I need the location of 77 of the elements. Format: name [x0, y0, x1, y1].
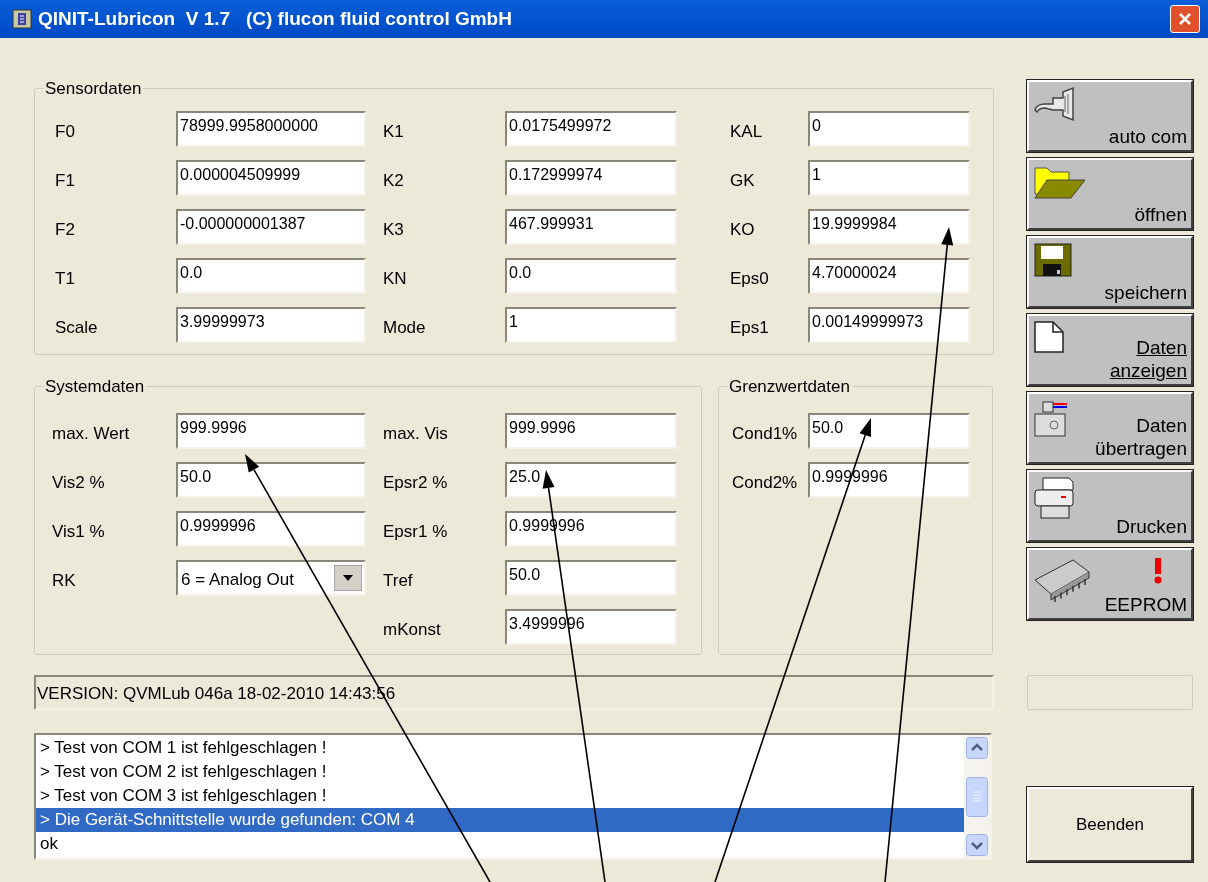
field-label: Scale — [55, 316, 98, 339]
field-label: KO — [730, 218, 755, 241]
printer-icon — [1033, 476, 1077, 520]
field-label: Epsr1 % — [383, 520, 448, 543]
field-label: K2 — [383, 169, 404, 192]
group-title: Systemdaten — [45, 377, 145, 396]
field-label: Mode — [383, 316, 426, 339]
field-label: Epsr2 % — [383, 471, 448, 494]
input-field[interactable]: 999.9996 — [505, 412, 677, 449]
field-label: T1 — [55, 267, 75, 290]
input-field[interactable]: 0.000004509999 — [176, 159, 366, 196]
field-label: mKonst — [383, 618, 441, 641]
input-field[interactable]: 1 — [505, 306, 677, 343]
scrollbar[interactable] — [964, 735, 990, 858]
dropdown[interactable]: 6 = Analog Out — [176, 559, 366, 596]
group-title: Sensordaten — [45, 79, 142, 98]
input-field[interactable]: 0.0 — [505, 257, 677, 294]
field-label: K1 — [383, 120, 404, 143]
input-field[interactable]: -0.000000001387 — [176, 208, 366, 245]
log-entry[interactable]: > Test von COM 1 ist fehlgeschlagen ! — [36, 736, 964, 760]
log-entry[interactable]: ok — [36, 832, 964, 856]
input-field[interactable]: 0.0175499972 — [505, 110, 677, 147]
field-label: Eps1 — [730, 316, 769, 339]
log-entry[interactable]: > Test von COM 3 ist fehlgeschlagen ! — [36, 784, 964, 808]
field-label: Tref — [383, 569, 413, 592]
log-entry[interactable]: > Test von COM 2 ist fehlgeschlagen ! — [36, 760, 964, 784]
field-label: Vis1 % — [52, 520, 105, 543]
input-field[interactable]: 0.00149999973 — [808, 306, 970, 343]
input-field[interactable]: 25.0 — [505, 461, 677, 498]
window-title: QINIT-Lubricon V 1.7 (C) flucon fluid control GmbH — [38, 6, 513, 31]
toolbar-button[interactable]: speichern — [1027, 236, 1193, 308]
log-entry[interactable]: > Die Gerät-Schnittstelle wurde gefunden: COM 4 — [36, 808, 964, 832]
toolbar-button[interactable]: Daten anzeigen — [1027, 314, 1193, 386]
exit-button[interactable]: Beenden — [1027, 787, 1193, 862]
input-field[interactable]: 0 — [808, 110, 970, 147]
close-icon — [1178, 12, 1192, 26]
document-icon — [1033, 320, 1065, 354]
input-field[interactable]: 0.9999996 — [176, 510, 366, 547]
input-field[interactable]: 50.0 — [176, 461, 366, 498]
input-field[interactable]: 999.9996 — [176, 412, 366, 449]
folder-icon — [1033, 164, 1087, 200]
field-label: max. Vis — [383, 422, 448, 445]
scroll-up-icon[interactable] — [966, 737, 988, 759]
input-field[interactable]: 1 — [808, 159, 970, 196]
input-field[interactable]: 467.999931 — [505, 208, 677, 245]
scroll-thumb[interactable] — [966, 776, 988, 817]
toolbar-button[interactable]: EEPROM — [1027, 548, 1193, 620]
field-label: KAL — [730, 120, 763, 143]
toolbar-button[interactable]: öffnen — [1027, 158, 1193, 230]
field-label: Cond2% — [732, 471, 798, 494]
toolbar-button[interactable]: auto com — [1027, 80, 1193, 152]
field-label: RK — [52, 569, 76, 592]
input-field[interactable]: 0.172999974 — [505, 159, 677, 196]
input-field[interactable]: 50.0 — [808, 412, 970, 449]
scroll-down-icon[interactable] — [966, 834, 988, 856]
field-label: Cond1% — [732, 422, 798, 445]
field-label: GK — [730, 169, 755, 192]
field-label: max. Wert — [52, 422, 130, 445]
input-field[interactable]: 4.70000024 — [808, 257, 970, 294]
close-button[interactable] — [1170, 5, 1200, 33]
input-field[interactable]: 19.9999984 — [808, 208, 970, 245]
field-label: K3 — [383, 218, 404, 241]
input-field[interactable]: 78999.9958000000 — [176, 110, 366, 147]
caret-icon — [334, 564, 362, 591]
group-title: Grenzwertdaten — [729, 377, 850, 396]
input-field[interactable]: 50.0 — [505, 559, 677, 596]
toolbar-button[interactable]: Daten übertragen — [1027, 392, 1193, 464]
input-field[interactable]: 0.0 — [176, 257, 366, 294]
field-label: Vis2 % — [52, 471, 105, 494]
field-label: Eps0 — [730, 267, 769, 290]
toolbar-button[interactable]: Drucken — [1027, 470, 1193, 542]
input-field[interactable]: 3.99999973 — [176, 306, 366, 343]
field-label: F0 — [55, 120, 75, 143]
field-label: F1 — [55, 169, 75, 192]
field-label: F2 — [55, 218, 75, 241]
app-icon — [12, 9, 32, 29]
field-label: KN — [383, 267, 407, 290]
